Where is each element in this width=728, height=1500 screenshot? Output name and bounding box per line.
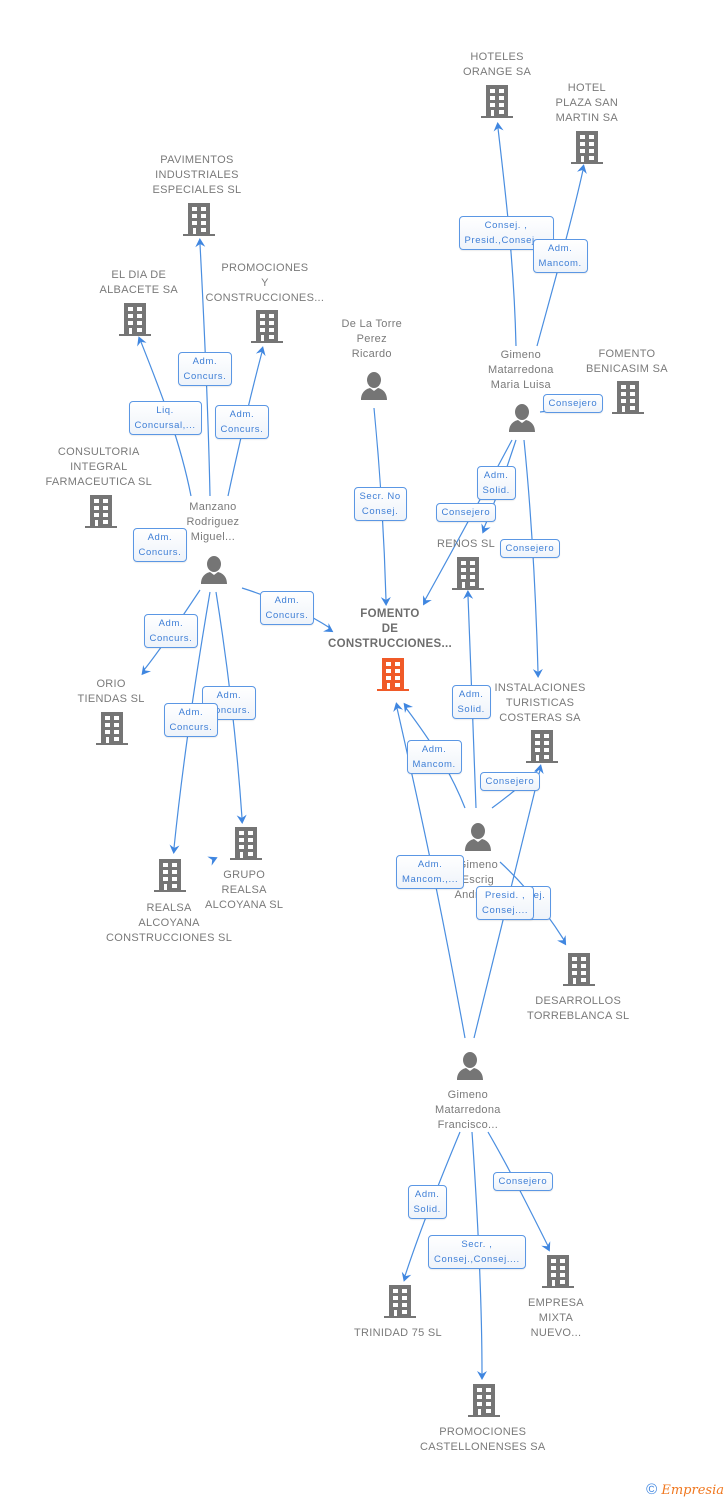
building-icon[interactable] <box>563 953 595 986</box>
arrowhead-icon <box>137 336 147 347</box>
node-label-hotel_plaza[interactable]: HOTEL PLAZA SAN MARTIN SA <box>556 81 619 126</box>
edge-label-gimeno_maria-to-fomento_benicasim[interactable]: Consejero <box>542 393 604 413</box>
building-icon[interactable] <box>526 730 558 763</box>
focus-building-icon[interactable] <box>377 658 409 691</box>
edge-label-gimeno_escrig-to-instalaciones[interactable]: Consejero <box>479 771 541 791</box>
edge-label-gimeno_francisco-to-promociones_castellonenses[interactable]: Secr. , Consej.,Consej.... <box>428 1235 526 1269</box>
building-icon[interactable] <box>96 712 128 745</box>
building-icon[interactable] <box>481 85 513 118</box>
brand-logo: Empresia <box>661 1483 724 1498</box>
edge-label-manzano-to-orio[interactable]: Adm. Concurs. <box>143 614 199 648</box>
edge-label-gimeno_maria-to-instalaciones[interactable]: Consejero <box>499 538 561 558</box>
edge-label-gimeno_francisco-to-trinidad[interactable]: Adm. Solid. <box>407 1185 447 1219</box>
footer-brand[interactable]: © Empresia <box>646 1481 724 1498</box>
person-icon[interactable] <box>457 1052 483 1080</box>
edge-label-gimeno_maria-to-hotel_plaza[interactable]: Adm. Mancom. <box>532 239 588 273</box>
node-label-pavimentos[interactable]: PAVIMENTOS INDUSTRIALES ESPECIALES SL <box>153 153 242 198</box>
building-icon[interactable] <box>230 827 262 860</box>
edge-label-manzano-to-realsa_alcoyana[interactable]: Adm. Concurs. <box>163 703 219 737</box>
building-icon[interactable] <box>119 303 151 336</box>
node-label-renos[interactable]: RENOS SL <box>437 537 495 552</box>
edge-label-gimeno_francisco-to-empresa_mixta[interactable]: Consejero <box>492 1171 554 1191</box>
node-label-orio[interactable]: ORIO TIENDAS SL <box>78 677 145 707</box>
building-icon[interactable] <box>85 495 117 528</box>
node-label-de_la_torre[interactable]: De La Torre Perez Ricardo <box>342 317 403 362</box>
node-label-trinidad[interactable]: TRINIDAD 75 SL <box>354 1326 442 1341</box>
node-label-manzano[interactable]: Manzano Rodriguez Miguel... <box>187 500 240 545</box>
person-icon[interactable] <box>465 823 491 851</box>
edge-label-manzano-to-promociones_y[interactable]: Adm. Concurs. <box>214 405 270 439</box>
node-label-gimeno_francisco[interactable]: Gimeno Matarredona Francisco... <box>435 1088 501 1133</box>
arrowhead-icon <box>557 935 567 946</box>
node-label-instalaciones[interactable]: INSTALACIONES TURISTICAS COSTERAS SA <box>495 681 586 726</box>
arrowhead-icon <box>481 523 491 534</box>
node-label-realsa_alcoyana[interactable]: REALSA ALCOYANA CONSTRUCCIONES SL <box>106 901 232 946</box>
node-label-consultoria[interactable]: CONSULTORIA INTEGRAL FARMACEUTICA SL <box>46 445 153 490</box>
building-icon[interactable] <box>251 310 283 343</box>
arrowhead-icon <box>403 702 413 713</box>
edge-label-gimeno_francisco-to-fomento_construcciones[interactable]: Adm. Mancom.,... <box>396 855 465 889</box>
edge-label-gimeno_maria-to-renos[interactable]: Adm. Solid. <box>476 466 516 500</box>
node-label-promociones_castellonenses[interactable]: PROMOCIONES CASTELLONENSES SA <box>420 1425 546 1455</box>
building-icon[interactable] <box>571 131 603 164</box>
node-label-gimeno_maria[interactable]: Gimeno Matarredona Maria Luisa <box>488 348 554 393</box>
building-icon[interactable] <box>542 1255 574 1288</box>
building-icon[interactable] <box>468 1384 500 1417</box>
arrowhead-icon <box>541 1241 551 1252</box>
edge-label-manzano-to-pavimentos[interactable]: Adm. Concurs. <box>177 352 233 386</box>
relationship-graph <box>85 85 644 1417</box>
building-icon[interactable] <box>452 557 484 590</box>
edge-label-manzano-to-consultoria[interactable]: Adm. Concurs. <box>132 528 188 562</box>
building-icon[interactable] <box>183 203 215 236</box>
node-label-fomento_benicasim[interactable]: FOMENTO BENICASIM SA <box>586 347 668 377</box>
arrowhead-icon <box>401 1271 412 1282</box>
person-icon[interactable] <box>201 556 227 584</box>
person-icon[interactable] <box>509 404 535 432</box>
building-icon[interactable] <box>612 381 644 414</box>
node-label-el_dia[interactable]: EL DIA DE ALBACETE SA <box>100 268 179 298</box>
edge-label-gimeno_francisco-to-instalaciones[interactable]: Presid. , Consej.... <box>476 886 535 920</box>
edge-label-gimeno_maria-to-fomento_construcciones[interactable]: Consejero <box>435 502 497 522</box>
edge-label-manzano-to-fomento_construcciones[interactable]: Adm. Concurs. <box>259 591 315 625</box>
person-icon[interactable] <box>361 372 387 400</box>
node-label-hoteles_orange[interactable]: HOTELES ORANGE SA <box>463 50 531 80</box>
copyright-icon: © <box>646 1481 658 1498</box>
node-label-empresa_mixta[interactable]: EMPRESA MIXTA NUEVO... <box>528 1296 584 1341</box>
edge-label-de_la_torre-to-fomento_construcciones[interactable]: Secr. No Consej. <box>353 487 407 521</box>
building-icon[interactable] <box>384 1285 416 1318</box>
building-icon[interactable] <box>154 859 186 892</box>
node-label-promociones_y[interactable]: PROMOCIONES Y CONSTRUCCIONES... <box>206 261 325 306</box>
edge-label-gimeno_escrig-to-renos[interactable]: Adm. Solid. <box>451 685 491 719</box>
edge-label-manzano-to-el_dia[interactable]: Liq. Concursal,... <box>128 401 202 435</box>
node-label-fomento_construcciones[interactable]: FOMENTO DE CONSTRUCCIONES... <box>328 607 452 652</box>
node-label-desarrollos[interactable]: DESARROLLOS TORREBLANCA SL <box>527 994 629 1024</box>
edges-layer <box>137 122 597 1380</box>
arrowhead-icon <box>207 856 218 866</box>
edge-label-gimeno_escrig-to-fomento_construcciones[interactable]: Adm. Mancom. <box>406 740 462 774</box>
